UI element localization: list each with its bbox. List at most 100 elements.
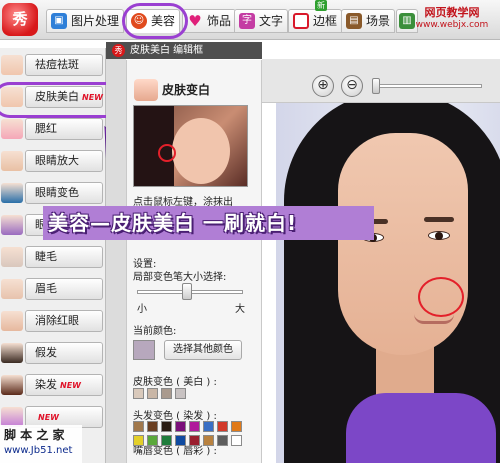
hair-color-swatch[interactable] — [231, 435, 242, 446]
tool-label: 祛痘祛斑 — [35, 58, 79, 71]
zoom-in-button[interactable]: ⊕ — [312, 75, 334, 97]
tool-item[interactable]: 睫毛 — [0, 245, 104, 269]
tool-button[interactable]: 祛痘祛斑 — [25, 54, 103, 76]
tab-frame[interactable]: 边框 — [288, 9, 343, 33]
tool-label: 眼睛变色 — [35, 186, 79, 199]
photo-canvas[interactable] — [276, 103, 500, 463]
hair-color-swatch[interactable] — [161, 435, 172, 446]
watermark-title: 网页教学网 — [424, 6, 480, 19]
zoom-out-button[interactable]: ⊖ — [341, 75, 363, 97]
sample-brush-circle — [158, 144, 176, 162]
tool-button[interactable]: 眼睛放大 — [25, 150, 103, 172]
hair-color-swatch[interactable] — [189, 435, 200, 446]
hair-color-swatch[interactable] — [175, 421, 186, 432]
tab-image-processing[interactable]: ▣ 图片处理 — [46, 9, 125, 33]
current-color-label: 当前颜色: — [133, 326, 177, 337]
hair-color-group-label: 头发变色 ( 染发 ) : — [133, 411, 217, 422]
size-max-label: 大 — [235, 304, 245, 315]
tool-button[interactable]: 腮红 — [25, 118, 103, 140]
tool-button[interactable]: 睫毛 — [25, 246, 103, 268]
tool-label: 眉毛 — [35, 282, 57, 295]
tool-item[interactable]: 眼睛变色 — [0, 181, 104, 205]
skin-color-swatch[interactable] — [175, 388, 186, 399]
app-small-logo-icon: 秀 — [112, 44, 125, 57]
tool-label: 眼睛放大 — [35, 154, 79, 167]
zoom-thumb[interactable] — [372, 78, 380, 94]
current-color-swatch — [133, 340, 155, 360]
sample-face — [172, 118, 230, 184]
tool-item[interactable]: 祛痘祛斑 — [0, 53, 104, 77]
tool-label: 睫毛 — [35, 250, 57, 263]
tool-item[interactable]: 眼睛放大 — [0, 149, 104, 173]
app-logo: 秀 — [2, 3, 38, 36]
tool-thumbnail-icon — [1, 375, 23, 395]
panel-title-text: 皮肤美白 编辑框 — [130, 45, 204, 56]
tool-thumbnail-icon — [1, 279, 23, 299]
tool-item[interactable]: 腮红 — [0, 117, 104, 141]
tool-thumbnail-icon — [1, 215, 23, 235]
tool-thumbnail-icon — [1, 119, 23, 139]
choose-other-color-button[interactable]: 选择其他颜色 — [164, 340, 242, 360]
tool-thumbnail-icon — [1, 247, 23, 267]
hair-color-swatch[interactable] — [203, 421, 214, 432]
tab-label: 场景 — [366, 14, 391, 28]
tool-item[interactable]: 消除红眼 — [0, 309, 104, 333]
hair-color-swatch[interactable] — [147, 435, 158, 446]
tool-button[interactable]: 消除红眼 — [25, 310, 103, 332]
zoom-out-icon: ⊖ — [346, 77, 358, 93]
size-min-label: 小 — [137, 304, 147, 315]
skin-color-swatch[interactable] — [161, 388, 172, 399]
canvas-toolbar — [262, 59, 500, 103]
hair-color-swatch[interactable] — [217, 435, 228, 446]
tool-button[interactable]: 眼睛变色 — [25, 182, 103, 204]
tab-accessories[interactable]: ♥ 饰品 — [182, 9, 237, 33]
new-badge: NEW — [60, 381, 81, 390]
zoom-in-icon: ⊕ — [317, 77, 329, 93]
hair-color-swatch[interactable] — [217, 421, 228, 432]
tool-item[interactable]: 眉毛 — [0, 277, 104, 301]
tool-button[interactable]: 眉毛 — [25, 278, 103, 300]
site-mark-url: www.Jb51.net — [4, 445, 73, 456]
tab-text[interactable]: 字 文字 — [234, 9, 289, 33]
panel-heading-text: 皮肤变白 — [162, 83, 211, 97]
photo-brow-right — [424, 217, 454, 222]
skin-color-swatch[interactable] — [133, 388, 144, 399]
top-tab-bar: 秀 ▣ 图片处理 ☺ 美容 ♥ 饰品 字 文字 边框 新 ▤ 场景 ▥ 网页教学… — [0, 0, 500, 40]
tab-label: 文字 — [259, 14, 284, 28]
tool-button[interactable]: 染发 NEW — [25, 374, 103, 396]
zoom-slider[interactable] — [374, 84, 482, 88]
skin-color-swatch[interactable] — [147, 388, 158, 399]
hair-color-swatch[interactable] — [147, 421, 158, 432]
tool-item[interactable]: 假发 — [0, 341, 104, 365]
tool-item[interactable]: 染发 NEW — [0, 373, 104, 397]
sample-image — [133, 105, 248, 187]
panel-side-strip — [106, 59, 126, 463]
tool-thumbnail-icon — [1, 343, 23, 363]
hair-color-swatch[interactable] — [161, 421, 172, 432]
tab-highlight-circle — [122, 3, 188, 39]
hair-color-swatch[interactable] — [175, 435, 186, 446]
face-icon — [134, 79, 158, 101]
hair-color-swatch[interactable] — [231, 421, 242, 432]
panel-window-title: 秀 皮肤美白 编辑框 — [106, 42, 262, 59]
hair-color-swatch[interactable] — [133, 421, 144, 432]
image-icon: ▣ — [51, 13, 67, 29]
hair-color-swatch[interactable] — [133, 435, 144, 446]
hair-color-swatch[interactable] — [203, 435, 214, 446]
tab-scene[interactable]: ▤ 场景 — [341, 9, 396, 33]
tool-thumbnail-icon — [1, 151, 23, 171]
site-watermark: 网页教学网 www.webjx.com — [408, 6, 496, 32]
caption-text: 美容—皮肤美白 一刷就白! — [48, 211, 298, 235]
brush-size-thumb[interactable] — [181, 283, 192, 300]
tool-button[interactable]: 假发 — [25, 342, 103, 364]
panel-heading: 皮肤变白 — [134, 78, 210, 102]
skin-color-group-label: 皮肤变色 ( 美白 ) : — [133, 377, 217, 388]
tab-label: 图片处理 — [71, 14, 120, 28]
new-badge: 新 — [315, 0, 327, 11]
tool-thumbnail-icon — [1, 55, 23, 75]
new-badge: NEW — [38, 413, 59, 422]
tab-label: 饰品 — [207, 14, 232, 28]
hair-color-swatch[interactable] — [189, 421, 200, 432]
tool-thumbnail-icon — [1, 407, 23, 427]
tool-thumbnail-icon — [1, 311, 23, 331]
